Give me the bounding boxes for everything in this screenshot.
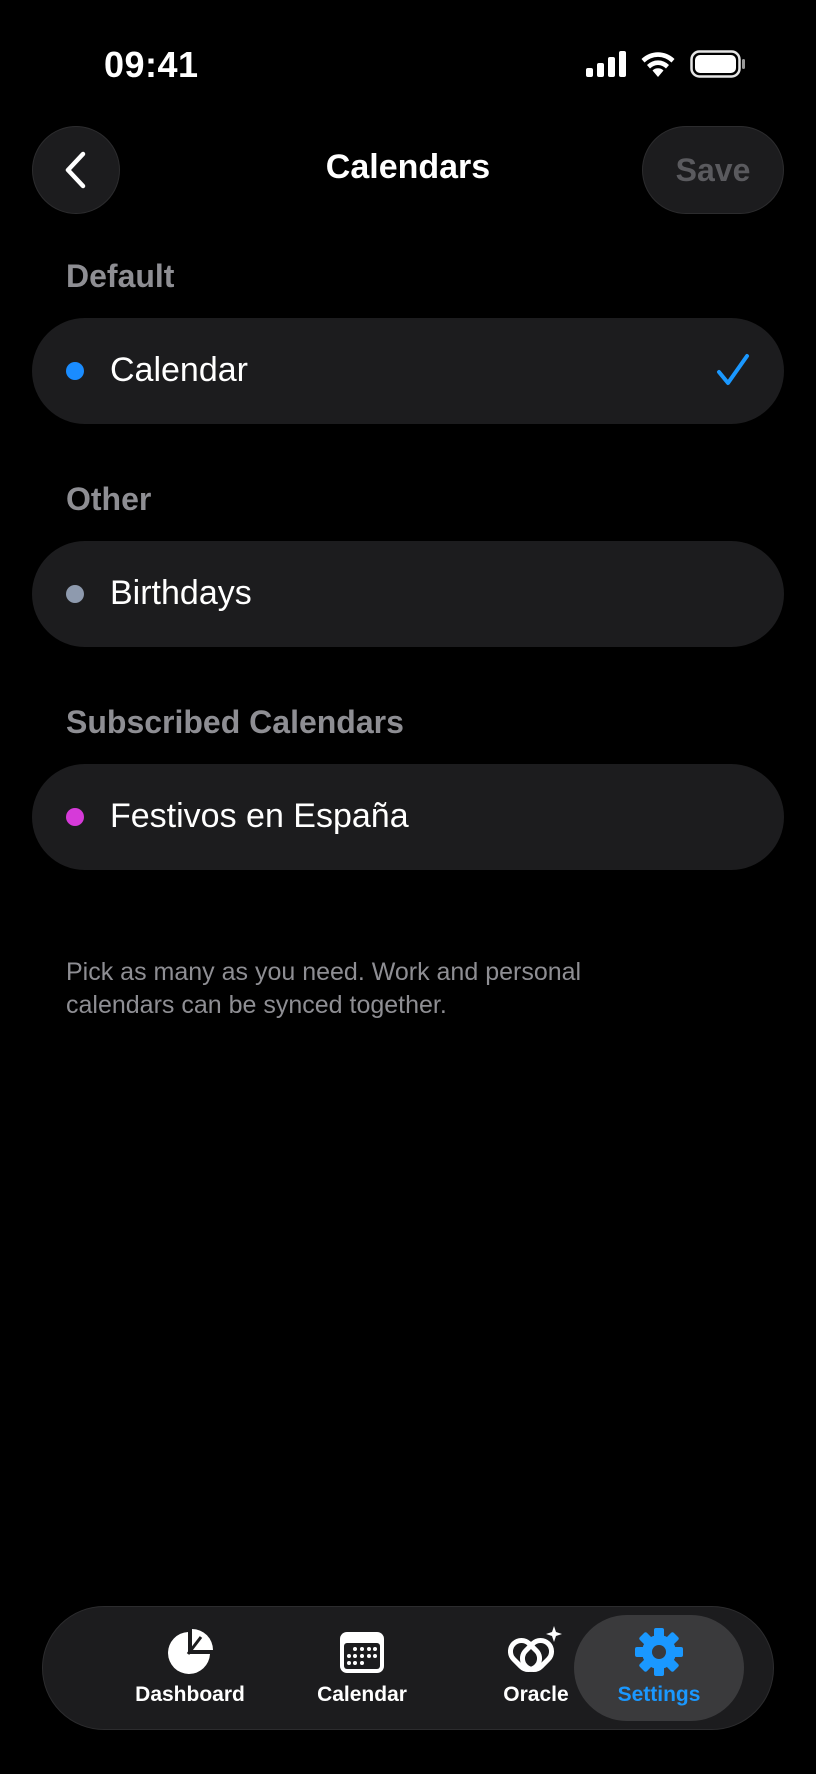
tab-label: Calendar xyxy=(317,1683,407,1706)
calendar-row-label: Birthdays xyxy=(110,574,252,612)
calendar-row-festivos[interactable]: Festivos en España xyxy=(32,764,784,870)
tab-label: Settings xyxy=(617,1683,701,1706)
calendar-row-calendar[interactable]: Calendar xyxy=(32,318,784,424)
status-time: 09:41 xyxy=(104,44,199,85)
tab-calendar[interactable]: Calendar xyxy=(277,1615,447,1721)
oracle-sparkle-icon xyxy=(508,1626,562,1673)
status-icons xyxy=(586,50,746,78)
section-header-subscribed: Subscribed Calendars xyxy=(66,704,404,740)
nav-header: Calendars Save xyxy=(0,126,816,216)
tab-bar: Dashboard Calendar Oracle Settings xyxy=(42,1606,774,1730)
save-button[interactable]: Save xyxy=(642,126,784,214)
footer-note: Pick as many as you need. Work and perso… xyxy=(66,958,582,1019)
calendar-color-dot xyxy=(66,585,84,603)
tab-label: Dashboard xyxy=(135,1683,245,1706)
tab-dashboard[interactable]: Dashboard xyxy=(105,1615,275,1721)
gear-icon xyxy=(635,1628,683,1676)
calendar-row-label: Calendar xyxy=(110,351,248,389)
checkmark-icon xyxy=(717,354,749,385)
calendar-color-dot xyxy=(66,808,84,826)
section-header-other: Other xyxy=(66,481,152,517)
calendar-row-label: Festivos en España xyxy=(110,797,409,835)
tab-label: Oracle xyxy=(503,1683,569,1706)
pie-chart-icon xyxy=(168,1629,213,1674)
section-header-default: Default xyxy=(66,258,175,294)
status-bar: 09:41 xyxy=(0,0,816,130)
calendar-icon xyxy=(340,1632,384,1673)
calendar-row-birthdays[interactable]: Birthdays xyxy=(32,541,784,647)
wifi-icon xyxy=(641,52,675,77)
tab-settings[interactable]: Settings xyxy=(574,1615,744,1721)
calendar-color-dot xyxy=(66,362,84,380)
battery-icon xyxy=(690,50,745,78)
cellular-signal-icon xyxy=(586,51,626,77)
